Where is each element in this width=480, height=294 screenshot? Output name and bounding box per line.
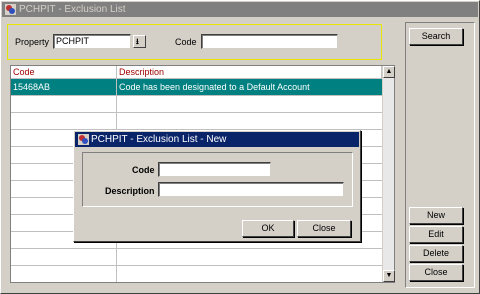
dialog-description-input[interactable] [158,182,344,197]
dialog-close-button-label: Close [312,223,336,233]
dialog-title: PCHPIT - Exclusion List - New [91,134,227,145]
empty-row[interactable] [11,113,382,130]
delete-button[interactable]: Delete [409,245,463,262]
main-window: PCHPIT - Exclusion List Property PCHPIT … [0,0,480,294]
property-field[interactable]: PCHPIT [53,34,131,49]
property-label: Property [15,37,50,47]
dialog-code-input[interactable] [158,162,271,177]
scroll-up-icon[interactable]: ▲ [383,66,395,78]
app-icon [5,4,16,15]
row-code: 15468AB [11,79,117,95]
ok-button-label: OK [261,223,275,233]
property-dropdown-button[interactable]: ⭳ [133,35,146,48]
delete-button-label: Delete [422,248,449,258]
empty-row[interactable] [11,249,382,266]
edit-button-label: Edit [428,229,444,239]
close-button[interactable]: Close [409,264,463,281]
new-exclusion-dialog: PCHPIT - Exclusion List - New Code Descr… [73,130,361,242]
app-icon [78,134,89,145]
chevron-down-icon: ⭳ [136,37,139,46]
dialog-code-label: Code [132,165,155,175]
dialog-close-button[interactable]: Close [297,220,351,237]
property-value: PCHPIT [56,36,90,46]
window-titlebar: PCHPIT - Exclusion List [2,2,478,17]
code-filter-label: Code [175,37,197,47]
column-header-description[interactable]: Description [117,66,382,79]
dialog-description-label: Description [105,186,155,196]
new-button[interactable]: New [409,207,463,224]
new-button-label: New [426,210,445,220]
ok-button[interactable]: OK [242,220,294,237]
scroll-down-icon[interactable]: ▼ [383,270,395,282]
search-button-label: Search [421,31,451,41]
dialog-fields-group [82,152,353,207]
grid-scrollbar[interactable]: ▲ ▼ [382,66,395,282]
empty-row[interactable] [11,96,382,113]
table-row[interactable]: 15468AB Code has been designated to a De… [11,79,382,96]
close-button-label: Close [424,267,448,277]
edit-button[interactable]: Edit [409,226,463,243]
column-header-code[interactable]: Code [11,66,117,79]
empty-row[interactable] [11,266,382,282]
search-button[interactable]: Search [409,28,463,45]
dialog-titlebar: PCHPIT - Exclusion List - New [75,132,359,147]
filter-panel: Property PCHPIT ⭳ Code [7,24,382,60]
row-description: Code has been designated to a Default Ac… [119,82,310,92]
window-title: PCHPIT - Exclusion List [19,4,126,15]
code-filter-input[interactable] [201,34,338,49]
